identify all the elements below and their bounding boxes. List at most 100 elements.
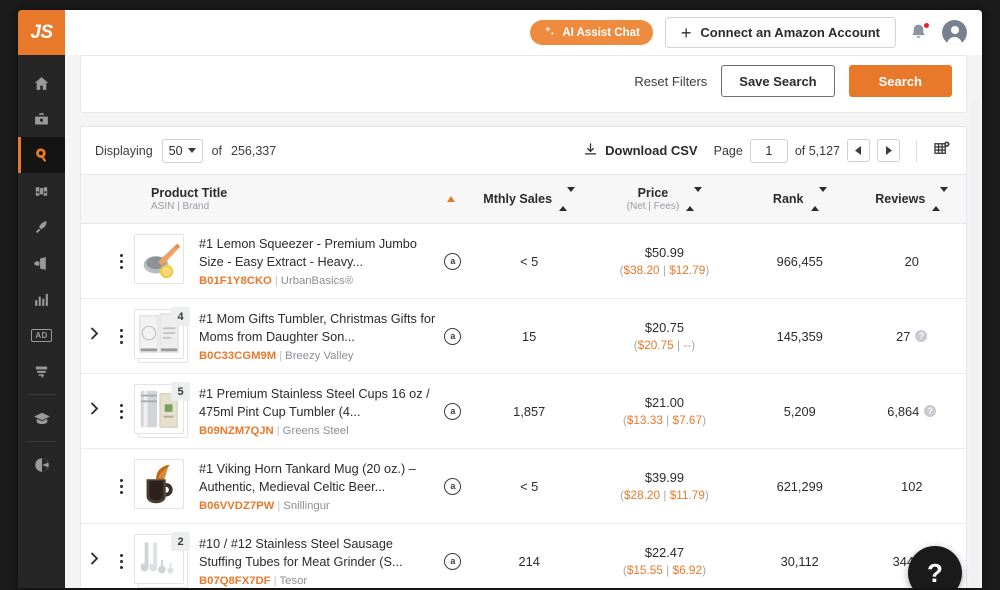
table-settings-button[interactable]	[933, 139, 952, 163]
product-meta: B0C33CGM9M | Breezy Valley	[199, 350, 438, 362]
expand-row-button[interactable]	[81, 327, 108, 345]
sidebar-item-analytics[interactable]	[18, 281, 65, 317]
amazon-listing-icon[interactable]: a	[444, 552, 462, 570]
nav-divider-1	[27, 394, 56, 395]
row-actions-button[interactable]	[108, 553, 134, 569]
expand-row-button[interactable]	[81, 402, 108, 420]
row-actions-button[interactable]	[108, 328, 134, 344]
product-asin[interactable]: B09NZM7QJN	[199, 425, 274, 437]
row-actions-button[interactable]	[108, 253, 134, 269]
total-results: 256,337	[231, 143, 277, 158]
product-thumbnail[interactable]: 4	[134, 307, 190, 363]
reset-filters-button[interactable]: Reset Filters	[634, 74, 707, 89]
amazon-listing-icon[interactable]: a	[444, 402, 462, 420]
page-number-input[interactable]	[749, 138, 788, 163]
filter-actions: Reset Filters Save Search Search	[634, 65, 952, 97]
reviews-count: 27	[896, 328, 911, 344]
next-page-button[interactable]	[877, 139, 900, 162]
product-thumbnail[interactable]: 2	[134, 532, 190, 588]
product-title[interactable]: #1 Lemon Squeezer - Premium Jumbo Size -…	[199, 235, 438, 271]
column-header-rank-label: Rank	[772, 192, 804, 206]
avatar[interactable]	[942, 20, 967, 45]
product-asin[interactable]: B0C33CGM9M	[199, 350, 276, 362]
of-label: of	[211, 143, 223, 158]
expand-row-button[interactable]	[81, 552, 108, 570]
product-title[interactable]: #1 Premium Stainless Steel Cups 16 oz / …	[199, 385, 438, 421]
price-fees: $6.92	[672, 563, 703, 577]
sidebar-item-marketing[interactable]	[18, 245, 65, 281]
product-title[interactable]: #10 / #12 Stainless Steel Sausage Stuffi…	[199, 535, 438, 571]
plus-icon: +	[680, 22, 692, 43]
sidebar-item-product-research[interactable]	[18, 137, 65, 173]
sidebar-item-product-database[interactable]	[18, 101, 65, 137]
table-row[interactable]: 2 #10 / #12 Stainless Steel Sausage Stuff…	[81, 523, 966, 588]
ai-assist-chat-label: AI Assist Chat	[562, 26, 640, 39]
sidebar-item-academy[interactable]	[18, 400, 65, 436]
price-net-fees: ($20.75 | --)	[633, 338, 696, 352]
column-header-reviews-label: Reviews	[875, 192, 926, 206]
column-header-product-title[interactable]: Product Title ASIN | Brand	[81, 175, 471, 224]
product-title[interactable]: #1 Mom Gifts Tumbler, Christmas Gifts fo…	[199, 310, 438, 346]
connect-amazon-account-button[interactable]: + Connect an Amazon Account	[664, 17, 896, 48]
table-row[interactable]: 4 #1 Mom Gifts Tumbler, Christmas Gifts f…	[81, 298, 966, 374]
row-actions-button[interactable]	[108, 478, 134, 494]
vertical-scrollbar[interactable]	[970, 101, 980, 588]
table-row[interactable]: #1 Viking Horn Tankard Mug (20 oz.) – Au…	[81, 448, 966, 524]
product-info: #1 Mom Gifts Tumbler, Christmas Gifts fo…	[199, 310, 444, 362]
column-header-price[interactable]: Price (Net | Fees)	[587, 175, 742, 224]
variation-count-badge[interactable]: 2	[171, 532, 190, 551]
amazon-listing-icon[interactable]: a	[444, 477, 462, 495]
ai-assist-chat-button[interactable]: AI Assist Chat	[530, 20, 653, 45]
sidebar-item-profits[interactable]	[18, 447, 65, 483]
notifications-button[interactable]	[908, 21, 930, 44]
search-button[interactable]: Search	[848, 65, 952, 97]
product-asin[interactable]: B07Q8FX7DF	[199, 575, 271, 587]
price-fees: --	[683, 338, 692, 352]
product-asin[interactable]: B01F1Y8CKO	[199, 275, 272, 287]
sync-icon	[33, 363, 50, 380]
amazon-listing-icon[interactable]: a	[444, 327, 462, 345]
product-meta: B01F1Y8CKO | UrbanBasics®	[199, 275, 438, 287]
table-header: Product Title ASIN | Brand Mthly Sales P…	[81, 174, 966, 224]
sidebar-item-inventory[interactable]	[18, 353, 65, 389]
binoculars-icon	[33, 183, 50, 200]
page-size-select[interactable]: 50	[161, 138, 203, 163]
column-header-price-sub: (Net | Fees)	[626, 201, 680, 212]
rocket-icon	[33, 219, 50, 236]
reviews-help-icon[interactable]: ?	[915, 330, 928, 342]
variation-count-badge[interactable]: 4	[171, 307, 190, 326]
price-value: $22.47	[644, 545, 685, 560]
connect-amazon-account-label: Connect an Amazon Account	[700, 25, 880, 40]
sidebar-item-launch[interactable]	[18, 209, 65, 245]
app-logo[interactable]: JS	[18, 10, 65, 55]
product-thumbnail[interactable]	[134, 234, 188, 288]
chevron-down-icon	[187, 148, 196, 153]
sidebar-item-home[interactable]	[18, 65, 65, 101]
reviews-count: 6,864	[887, 403, 920, 419]
table-row[interactable]: #1 Lemon Squeezer - Premium Jumbo Size -…	[81, 223, 966, 299]
table-header-row: Product Title ASIN | Brand Mthly Sales P…	[81, 174, 966, 224]
product-thumbnail[interactable]	[134, 459, 188, 513]
product-asin[interactable]: B06VVDZ7PW	[199, 500, 274, 512]
column-header-mthly-sales[interactable]: Mthly Sales	[471, 175, 587, 224]
product-thumbnail[interactable]: 5	[134, 382, 190, 438]
row-actions-button[interactable]	[108, 403, 134, 419]
sidebar-item-keyword-research[interactable]	[18, 173, 65, 209]
download-csv-button[interactable]: Download CSV	[583, 142, 698, 160]
amazon-listing-icon[interactable]: a	[444, 252, 462, 270]
column-header-product-title-sub: ASIN | Brand	[151, 201, 210, 212]
cell-price: $21.00 ($13.33 | $7.67)	[587, 373, 742, 449]
column-header-reviews[interactable]: Reviews	[858, 175, 966, 224]
sidebar-item-advertising[interactable]: AD	[18, 317, 65, 353]
price-net: $38.20	[623, 263, 660, 277]
previous-page-button[interactable]	[847, 139, 870, 162]
cell-reviews: 6,864?	[857, 373, 966, 449]
variation-count-badge[interactable]: 5	[171, 382, 190, 401]
reviews-help-icon[interactable]: ?	[924, 405, 937, 417]
save-search-button[interactable]: Save Search	[721, 65, 835, 97]
displaying-label: Displaying	[95, 143, 153, 158]
table-row[interactable]: 5 #1 Premium Stainless Steel Cups 16 oz /…	[81, 373, 966, 449]
column-header-rank[interactable]: Rank	[742, 175, 858, 224]
cell-mthly-sales: 1,857	[471, 373, 587, 449]
product-title[interactable]: #1 Viking Horn Tankard Mug (20 oz.) – Au…	[199, 460, 438, 496]
